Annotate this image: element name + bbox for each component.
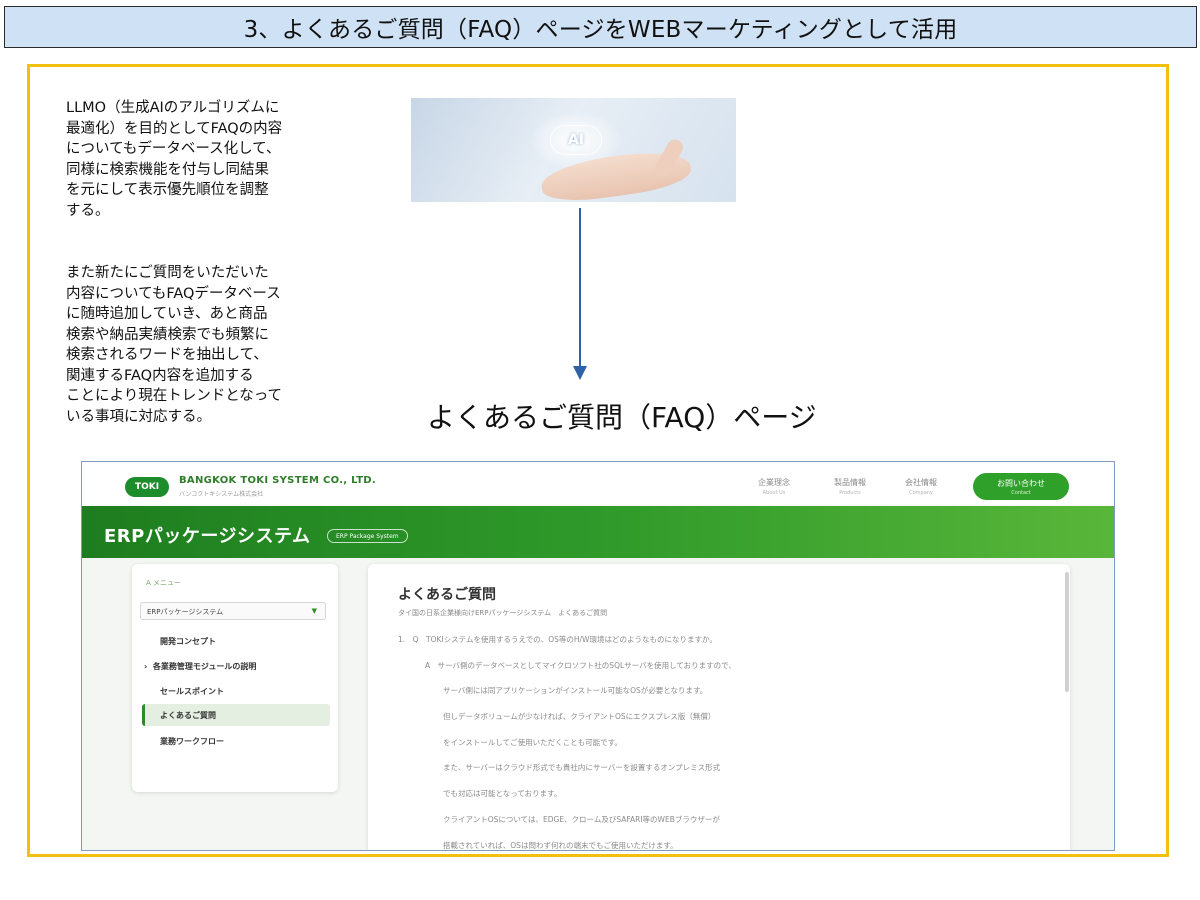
- faq-line: 但しデータボリュームが少なければ、クライアントOSにエクスプレス版（無償）: [443, 712, 716, 721]
- faq-main-card: よくあるご質問 タイ国の日系企業様向けERPパッケージシステム よくあるご質問 …: [368, 564, 1070, 850]
- toki-logo-icon[interactable]: TOKI: [125, 477, 169, 497]
- down-arrow-line: [579, 208, 581, 370]
- nav-about-sub: About Us: [762, 490, 786, 496]
- menu-heading: A メニュー: [146, 579, 182, 587]
- nav-about-label: 企業理念: [758, 478, 790, 487]
- faq-line: 搭載されていれば、OSは問わず何れの端末でもご使用いただけます。: [443, 841, 678, 850]
- chevron-right-icon: ›: [144, 662, 153, 671]
- faq-line: クライアントOSについては、EDGE、クローム及びSAFARI等のWEBブラウザ…: [443, 815, 720, 824]
- faq-line: でも対応は可能となっております。: [443, 789, 562, 798]
- description-paragraph-2: また新たにご質問をいただいた 内容についてもFAQデータベース に随時追加してい…: [66, 265, 283, 425]
- nav-company[interactable]: 会社情報 Company: [905, 477, 937, 496]
- nav-company-label: 会社情報: [905, 478, 937, 487]
- menu-item-faq[interactable]: よくあるご質問: [142, 704, 330, 726]
- faq-line: また、サーバーはクラウド形式でも貴社内にサーバーを設置するオンプレミス形式: [443, 763, 721, 772]
- section-title-banner: 3、よくあるご質問（FAQ）ページをWEBマーケティングとして活用: [4, 6, 1197, 48]
- menu-item-modules[interactable]: › 各業務管理モジュールの説明: [144, 661, 256, 672]
- faq-page-screenshot: TOKI BANGKOK TOKI SYSTEM CO., LTD. バンコクト…: [81, 461, 1115, 851]
- hero-title: ERPパッケージシステム: [104, 526, 311, 547]
- page-hero-band: ERPパッケージシステム ERP Package System: [82, 506, 1114, 558]
- menu-item-sales-points[interactable]: セールスポイント: [160, 686, 224, 697]
- menu-select-value: ERPパッケージシステム: [147, 608, 224, 616]
- faq-line: 1. Q TOKIシステムを使用するうえでの、OS等のH/W環境はどのようなもの…: [398, 635, 717, 644]
- faq-scrollbar[interactable]: [1065, 572, 1069, 692]
- faq-subtitle: タイ国の日系企業様向けERPパッケージシステム よくあるご質問: [398, 609, 608, 617]
- section-title: 3、よくあるご質問（FAQ）ページをWEBマーケティングとして活用: [243, 17, 958, 43]
- down-arrow-icon: [573, 366, 587, 380]
- menu-item-modules-label: 各業務管理モジュールの説明: [152, 662, 257, 671]
- nav-products-sub: Products: [839, 490, 861, 496]
- nav-products-label: 製品情報: [834, 478, 866, 487]
- faq-title: よくあるご質問: [398, 587, 496, 603]
- nav-about[interactable]: 企業理念 About Us: [758, 477, 790, 496]
- menu-item-workflow[interactable]: 業務ワークフロー: [160, 736, 224, 747]
- contact-button-sub: Contact: [1011, 490, 1031, 496]
- site-header: TOKI BANGKOK TOKI SYSTEM CO., LTD. バンコクト…: [82, 462, 1114, 506]
- hero-pill: ERP Package System: [327, 529, 408, 543]
- menu-select-dropdown[interactable]: ERPパッケージシステム ▼: [140, 602, 326, 620]
- contact-button-label: お問い合わせ: [997, 479, 1045, 488]
- nav-company-sub: Company: [909, 490, 933, 496]
- faq-line: をインストールしてご使用いただくことも可能です。: [443, 738, 622, 747]
- faq-line: サーバ側には同アプリケーションがインストール可能なOSが必要となります。: [443, 686, 708, 695]
- caret-down-icon: ▼: [311, 607, 317, 615]
- description-paragraph-1: LLMO（生成AIのアルゴリズムに 最適化）を目的としてFAQの内容 についても…: [66, 100, 283, 219]
- faq-page-caption: よくあるご質問（FAQ）ページ: [427, 401, 817, 434]
- ai-hand-image: AI: [411, 98, 736, 202]
- faq-line: A サーバ側のデータベースとしてマイクロソフト社のSQLサーバを使用しております…: [425, 661, 736, 670]
- ai-badge-icon: AI: [550, 125, 602, 155]
- menu-item-concept[interactable]: 開発コンセプト: [160, 636, 216, 647]
- company-name: BANGKOK TOKI SYSTEM CO., LTD.: [179, 475, 377, 486]
- company-subname: バンコクトキシステム株式会社: [179, 491, 264, 498]
- nav-products[interactable]: 製品情報 Products: [834, 477, 866, 496]
- contact-button[interactable]: お問い合わせ Contact: [973, 473, 1069, 500]
- side-menu: A メニュー ERPパッケージシステム ▼ 開発コンセプト › 各業務管理モジュ…: [132, 564, 338, 792]
